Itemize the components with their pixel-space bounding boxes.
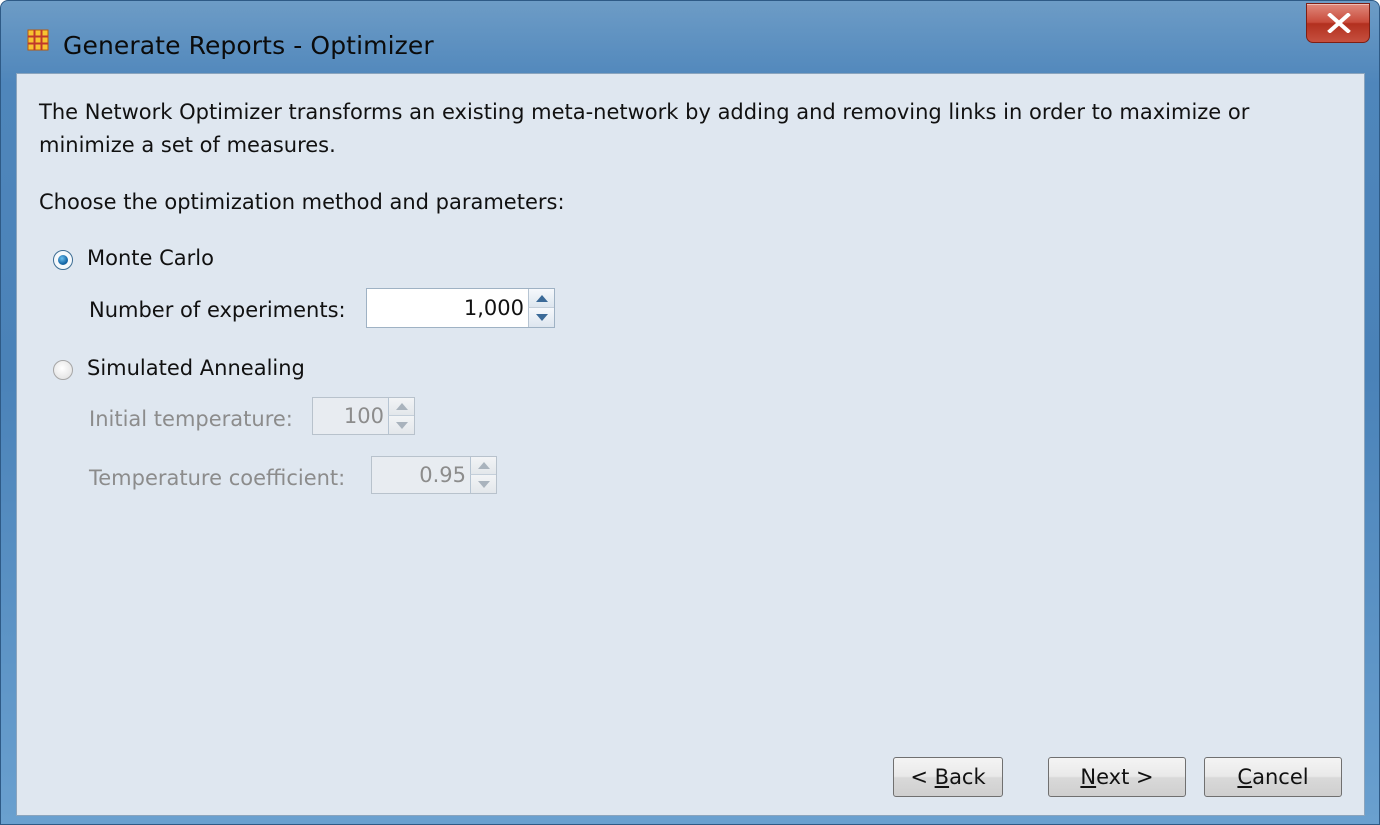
temperature-coefficient-spinner[interactable]: 0.95 bbox=[371, 456, 497, 494]
simulated-annealing-radio[interactable] bbox=[53, 360, 73, 380]
arrow-up-icon bbox=[477, 462, 490, 469]
network-grid-icon bbox=[27, 29, 49, 51]
next-button[interactable]: Next > bbox=[1048, 757, 1186, 797]
temperature-coefficient-increment-button[interactable] bbox=[470, 457, 496, 475]
description-text: The Network Optimizer transforms an exis… bbox=[39, 100, 1250, 157]
arrow-down-icon bbox=[395, 421, 408, 429]
title-bar[interactable]: Generate Reports - Optimizer bbox=[1, 1, 1379, 73]
initial-temperature-increment-button[interactable] bbox=[388, 398, 414, 416]
temperature-coefficient-label: Temperature coefficient: bbox=[89, 466, 346, 490]
initial-temperature-spinner[interactable]: 100 bbox=[312, 397, 415, 435]
close-x-icon bbox=[1327, 13, 1351, 33]
close-button[interactable] bbox=[1306, 3, 1370, 43]
initial-temperature-decrement-button[interactable] bbox=[388, 416, 414, 434]
cancel-button-mnemonic: C bbox=[1237, 765, 1253, 789]
next-button-mnemonic: N bbox=[1080, 765, 1097, 789]
next-button-label: ext > bbox=[1096, 765, 1154, 789]
arrow-down-icon bbox=[535, 314, 548, 321]
arrow-up-icon bbox=[535, 294, 548, 302]
experiments-increment-button[interactable] bbox=[528, 289, 554, 308]
dialog-content: The Network Optimizer transforms an exis… bbox=[16, 73, 1365, 816]
window-title: Generate Reports - Optimizer bbox=[63, 31, 434, 60]
initial-temperature-spin-buttons bbox=[388, 398, 414, 434]
arrow-up-icon bbox=[395, 403, 408, 410]
dialog-window: Generate Reports - Optimizer The Network… bbox=[0, 0, 1380, 825]
experiments-label: Number of experiments: bbox=[89, 298, 346, 322]
back-button-label: ack bbox=[949, 765, 986, 789]
initial-temperature-value[interactable]: 100 bbox=[344, 398, 384, 434]
arrow-down-icon bbox=[477, 480, 490, 488]
experiments-spin-buttons bbox=[528, 289, 554, 327]
temperature-coefficient-spin-buttons bbox=[470, 457, 496, 493]
back-button-mnemonic: B bbox=[934, 765, 950, 789]
cancel-button-label: ancel bbox=[1252, 765, 1309, 789]
experiments-value[interactable]: 1,000 bbox=[464, 289, 524, 327]
simulated-annealing-label[interactable]: Simulated Annealing bbox=[87, 356, 305, 380]
monte-carlo-label[interactable]: Monte Carlo bbox=[87, 246, 214, 270]
temperature-coefficient-decrement-button[interactable] bbox=[470, 475, 496, 493]
back-button[interactable]: < Back bbox=[893, 757, 1003, 797]
experiments-spinner[interactable]: 1,000 bbox=[366, 288, 555, 328]
monte-carlo-radio[interactable] bbox=[53, 250, 73, 270]
prompt-text: Choose the optimization method and param… bbox=[39, 190, 565, 214]
cancel-button[interactable]: Cancel bbox=[1204, 757, 1342, 797]
experiments-decrement-button[interactable] bbox=[528, 308, 554, 327]
initial-temperature-label: Initial temperature: bbox=[89, 407, 293, 431]
temperature-coefficient-value[interactable]: 0.95 bbox=[419, 457, 466, 493]
back-button-prefix: < bbox=[910, 765, 935, 789]
